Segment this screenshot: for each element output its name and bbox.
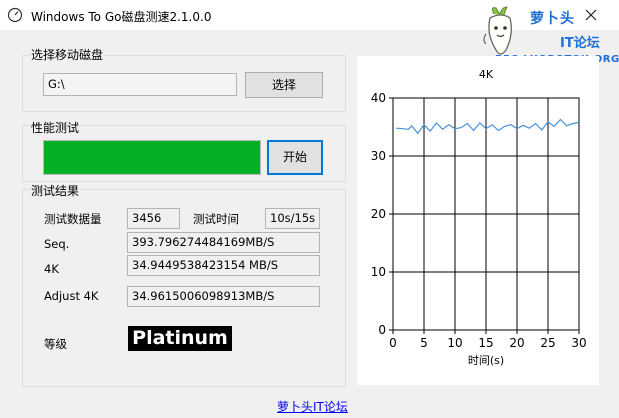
seq-label: Seq. (44, 237, 70, 251)
test-time-label: 测试时间 (193, 212, 239, 226)
radish-mascot-icon (483, 6, 512, 55)
x-tick-label: 10 (447, 336, 462, 350)
app-gauge-icon (7, 7, 23, 23)
data-size-field: 3456 (127, 208, 180, 229)
grade-label: 等级 (44, 337, 67, 351)
y-tick-label: 0 (378, 323, 386, 337)
logo-it-text: IT论坛 (560, 36, 600, 51)
seq-speed-field: 393.796274484169MB/S (127, 232, 320, 253)
adjust-4k-label: Adjust 4K (44, 289, 99, 303)
4k-label: 4K (44, 262, 59, 276)
x-tick-label: 20 (509, 336, 524, 350)
results-group-title: 测试结果 (30, 182, 81, 199)
x-tick-label: 30 (571, 336, 586, 350)
disk-select-group-title: 选择移动磁盘 (30, 46, 105, 63)
x-tick-label: 0 (389, 336, 397, 350)
x-tick-label: 25 (540, 336, 555, 350)
drive-path-field[interactable]: G:\ (43, 73, 237, 96)
logo-brand-text: 萝卜头 (530, 11, 575, 27)
4k-speed-field: 34.9449538423154 MB/S (127, 255, 320, 276)
start-test-button[interactable]: 开始 (267, 140, 323, 175)
4k-line-chart: 4K 0 10 20 30 40 0 5 10 15 20 25 30 时间(s) (371, 68, 587, 367)
x-axis-label: 时间(s) (468, 354, 504, 367)
x-tick-label: 15 (478, 336, 493, 350)
data-size-label: 测试数据量 (44, 212, 102, 226)
x-tick-label: 5 (420, 336, 428, 350)
y-tick-label: 20 (371, 207, 386, 221)
test-time-field: 10s/15s (265, 208, 320, 229)
close-icon[interactable] (582, 6, 600, 24)
forum-link[interactable]: 萝卜头IT论坛 (277, 398, 348, 415)
test-progress-bar (43, 140, 261, 175)
window-title: Windows To Go磁盘测速2.1.0.0 (31, 10, 212, 24)
y-tick-label: 30 (371, 149, 386, 163)
y-tick-label: 40 (371, 91, 386, 105)
4k-chart-panel: 4K 0 10 20 30 40 0 5 10 15 20 25 30 时间(s) (357, 56, 599, 385)
y-tick-label: 10 (371, 265, 386, 279)
perf-test-group-title: 性能测试 (30, 119, 81, 136)
test-progress-fill (44, 141, 260, 174)
chart-title: 4K (479, 68, 494, 81)
select-drive-button[interactable]: 选择 (245, 72, 323, 98)
grade-badge: Platinum (128, 326, 232, 351)
adjust-4k-speed-field: 34.9615006098913MB/S (127, 286, 320, 307)
